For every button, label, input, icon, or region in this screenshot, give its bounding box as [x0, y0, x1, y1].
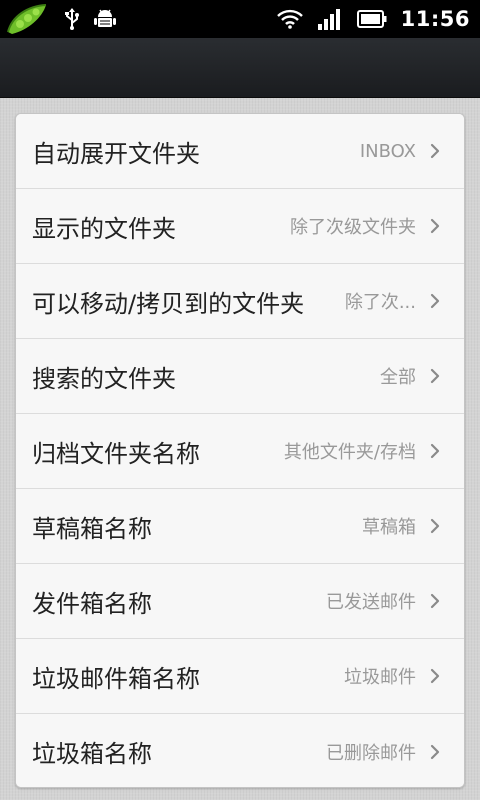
setting-label: 草稿箱名称 [32, 514, 152, 543]
setting-value: 除了次... [344, 292, 416, 313]
chevron-right-icon [428, 442, 442, 460]
battery-icon [356, 10, 387, 28]
status-time: 11:56 [400, 7, 470, 31]
setting-value: INBOX [359, 140, 416, 162]
chevron-right-icon [428, 592, 442, 610]
setting-label: 搜索的文件夹 [32, 364, 176, 393]
usb-icon [64, 8, 80, 30]
setting-label: 归档文件夹名称 [32, 439, 200, 468]
setting-value: 除了次级文件夹 [290, 217, 416, 238]
setting-label: 自动展开文件夹 [32, 139, 200, 168]
setting-label: 垃圾邮件箱名称 [32, 664, 200, 693]
status-bar: 11:56 [0, 0, 480, 38]
status-bar-left [6, 2, 116, 36]
setting-displayed-folders[interactable]: 显示的文件夹 除了次级文件夹 [16, 189, 464, 264]
signal-icon [317, 8, 343, 30]
android-debug-icon [94, 8, 116, 30]
settings-content: 自动展开文件夹 INBOX 显示的文件夹 除了次级文件夹 可以移动/拷贝到的文件… [0, 98, 480, 800]
setting-auto-expand-folder[interactable]: 自动展开文件夹 INBOX [16, 114, 464, 189]
setting-trash-folder-name[interactable]: 垃圾箱名称 已删除邮件 [16, 714, 464, 787]
setting-value: 草稿箱 [362, 517, 416, 538]
setting-sent-folder-name[interactable]: 发件箱名称 已发送邮件 [16, 564, 464, 639]
setting-label: 垃圾箱名称 [32, 740, 152, 768]
setting-value: 已发送邮件 [326, 592, 416, 613]
status-bar-right: 11:56 [276, 7, 470, 31]
setting-label: 发件箱名称 [32, 589, 152, 618]
setting-value: 全部 [380, 367, 416, 388]
wifi-icon [276, 9, 303, 29]
setting-search-folders[interactable]: 搜索的文件夹 全部 [16, 339, 464, 414]
chevron-right-icon [428, 743, 442, 761]
setting-value: 垃圾邮件 [344, 667, 416, 688]
chevron-right-icon [428, 142, 442, 160]
chevron-right-icon [428, 217, 442, 235]
setting-value: 已删除邮件 [326, 742, 416, 764]
setting-value: 其他文件夹/存档 [283, 442, 416, 463]
settings-card: 自动展开文件夹 INBOX 显示的文件夹 除了次级文件夹 可以移动/拷贝到的文件… [15, 113, 465, 788]
chevron-right-icon [428, 517, 442, 535]
setting-archive-folder-name[interactable]: 归档文件夹名称 其他文件夹/存档 [16, 414, 464, 489]
chevron-right-icon [428, 367, 442, 385]
chevron-right-icon [428, 667, 442, 685]
setting-label: 显示的文件夹 [32, 214, 176, 243]
setting-label: 可以移动/拷贝到的文件夹 [32, 289, 305, 318]
chevron-right-icon [428, 292, 442, 310]
setting-spam-folder-name[interactable]: 垃圾邮件箱名称 垃圾邮件 [16, 639, 464, 714]
app-pea-icon [6, 2, 50, 36]
setting-drafts-folder-name[interactable]: 草稿箱名称 草稿箱 [16, 489, 464, 564]
setting-move-copy-folders[interactable]: 可以移动/拷贝到的文件夹 除了次... [16, 264, 464, 339]
action-bar [0, 38, 480, 98]
